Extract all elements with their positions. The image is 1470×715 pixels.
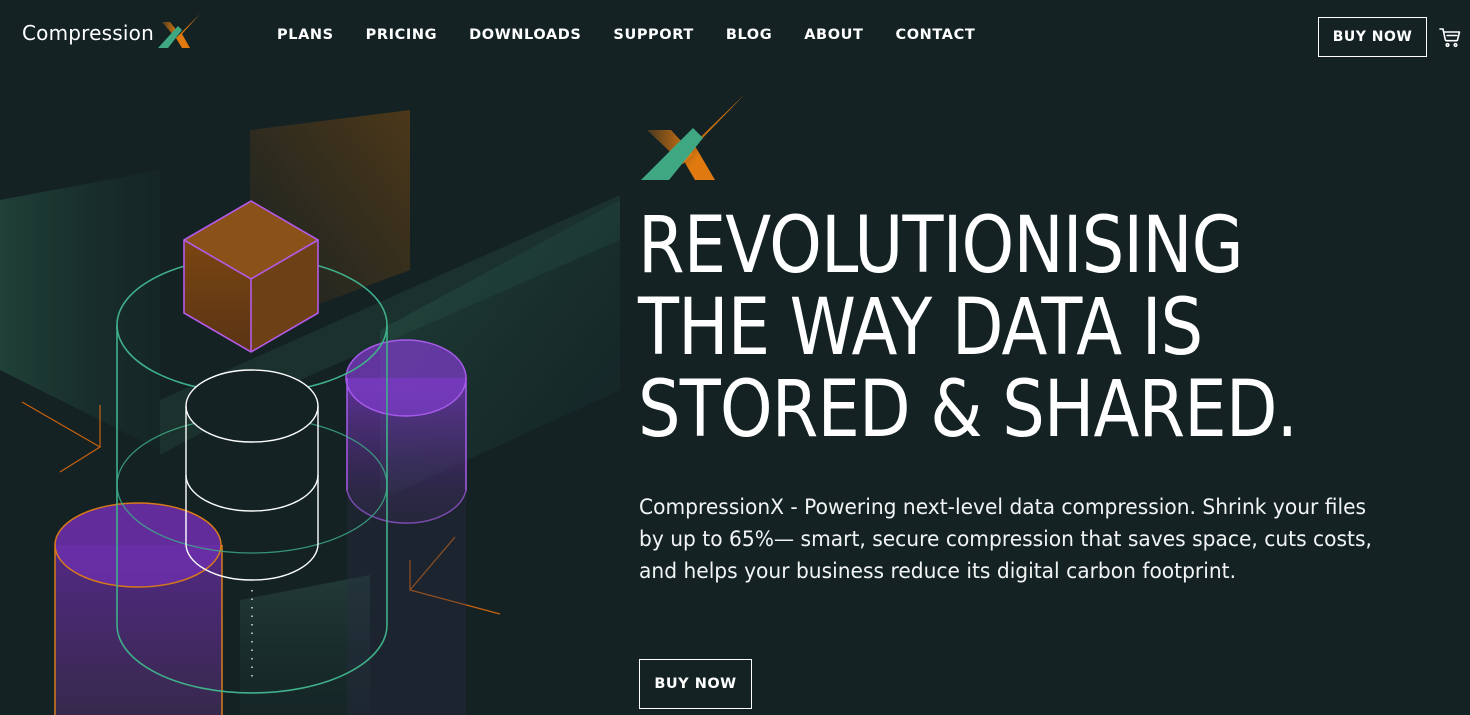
hero-heading-line-2: THE WAY DATA IS <box>638 283 1203 373</box>
hero-buy-now-button[interactable]: BUY NOW <box>639 659 752 709</box>
brand-logo[interactable]: Compression <box>22 12 200 54</box>
cart-icon[interactable] <box>1438 25 1462 49</box>
hero-x-logo-icon <box>641 94 745 180</box>
nav-link-pricing[interactable]: PRICING <box>366 27 437 43</box>
nav-link-support[interactable]: SUPPORT <box>613 27 693 43</box>
nav-link-plans[interactable]: PLANS <box>277 27 334 43</box>
logo-text: Compression <box>22 21 154 45</box>
main-menu: PLANS PRICING DOWNLOADS SUPPORT BLOG ABO… <box>277 27 1007 43</box>
nav-link-blog[interactable]: BLOG <box>726 27 772 43</box>
top-navigation: Compression PLANS PRICING DOWNLOADS SUPP… <box>0 0 1470 72</box>
x-logo-icon <box>157 14 200 48</box>
hero-description: CompressionX - Powering next-level data … <box>639 495 1372 584</box>
hero-heading-line-1: REVOLUTIONISING <box>638 201 1244 291</box>
nav-link-contact[interactable]: CONTACT <box>895 27 975 43</box>
hero-heading-line-3: STORED & SHARED. <box>638 365 1298 455</box>
nav-buy-now-button[interactable]: BUY NOW <box>1318 17 1427 57</box>
hero-illustration <box>0 110 620 715</box>
landing-page: Compression PLANS PRICING DOWNLOADS SUPP… <box>0 0 1470 715</box>
hero-heading: REVOLUTIONISING THE WAY DATA IS STORED &… <box>638 205 1343 451</box>
nav-link-downloads[interactable]: DOWNLOADS <box>469 27 581 43</box>
nav-link-about[interactable]: ABOUT <box>804 27 863 43</box>
